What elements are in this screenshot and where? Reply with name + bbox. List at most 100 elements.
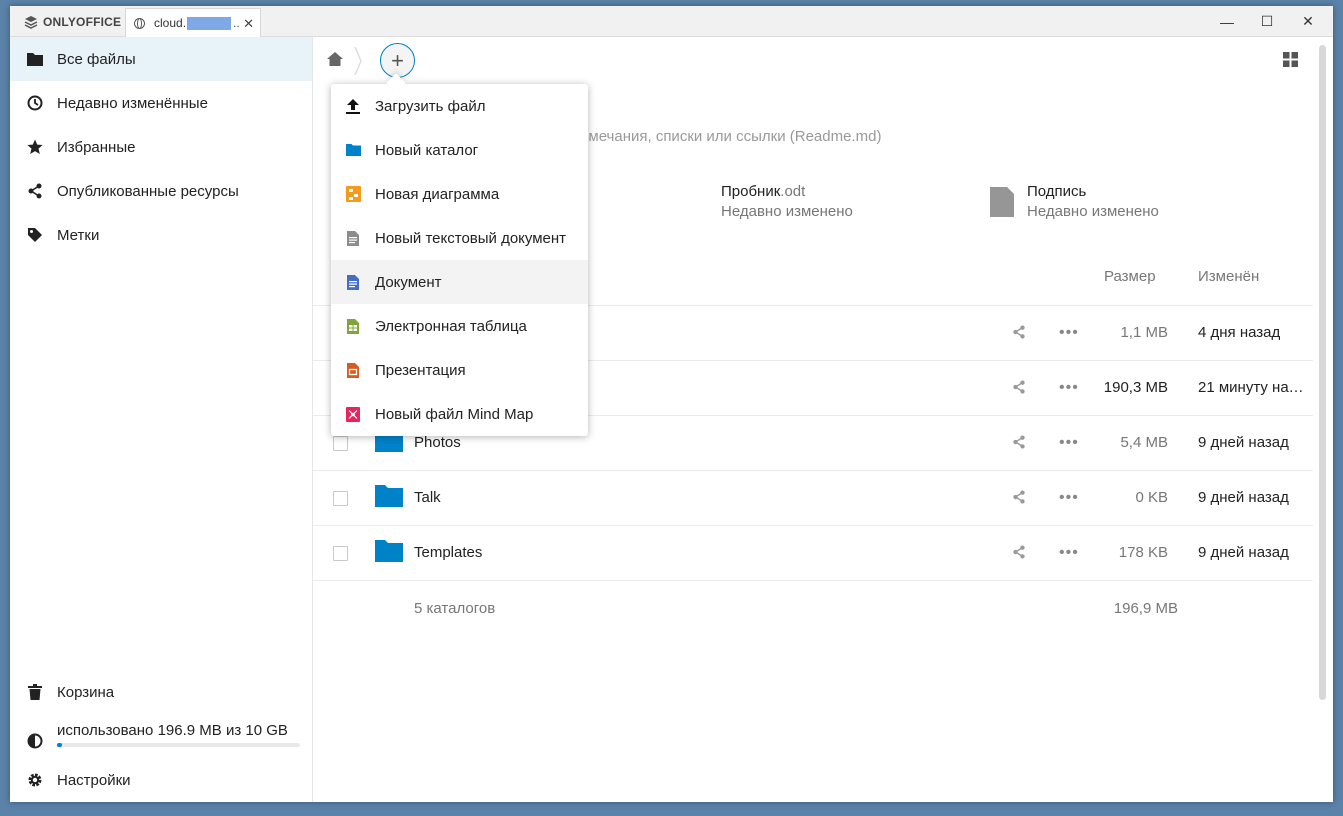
share-icon[interactable] [1012, 380, 1026, 399]
summary-count: 5 каталогов [414, 600, 496, 617]
recent-file-status: Недавно изменено [721, 203, 853, 220]
more-actions-icon[interactable]: ••• [1059, 544, 1079, 562]
menu-item-label: Электронная таблица [375, 317, 527, 335]
quota-text: использовано 196.9 MB из 10 GB [57, 721, 288, 739]
breadcrumb-separator-icon [353, 46, 363, 80]
recent-file-status: Недавно изменено [1027, 203, 1159, 220]
share-icon[interactable] [1012, 490, 1026, 509]
file-size: 178 KB [1118, 544, 1168, 561]
more-actions-icon[interactable]: ••• [1059, 379, 1079, 397]
menu-item-label: Новая диаграмма [375, 185, 500, 203]
sidebar-item-trash[interactable]: Корзина [10, 670, 312, 714]
file-name[interactable]: Talk [414, 489, 441, 506]
menu-item-new-folder[interactable]: Новый каталог [331, 128, 588, 172]
onlyoffice-logo-icon [24, 15, 38, 29]
sidebar-item-settings[interactable]: Настройки [10, 758, 312, 802]
recent-file-name: Подпись [1027, 183, 1087, 200]
scrollbar[interactable] [1319, 45, 1326, 700]
sidebar-item-all-files[interactable]: Все файлы [10, 37, 312, 81]
menu-item-mindmap[interactable]: Новый файл Mind Map [331, 392, 588, 436]
sidebar-item-label: Все файлы [57, 50, 136, 68]
folder-icon [375, 485, 403, 512]
file-modified: 9 дней назад [1198, 544, 1289, 561]
table-row[interactable]: Templates ••• 178 KB 9 дней назад [313, 526, 1313, 581]
folder-icon [27, 51, 43, 67]
recent-file-extension: .odt [780, 183, 806, 200]
new-file-button[interactable]: + [380, 43, 415, 78]
sidebar-item-recent[interactable]: Недавно изменённые [10, 81, 312, 125]
row-checkbox[interactable] [333, 491, 348, 506]
menu-item-presentation[interactable]: Презентация [331, 348, 588, 392]
share-icon [27, 183, 43, 199]
pie-chart-icon [27, 733, 43, 749]
file-name[interactable]: Templates [414, 544, 482, 561]
sidebar-item-tags[interactable]: Метки [10, 213, 312, 257]
app-window: ONLYOFFICE cloud. .. ✕ — ☐ ✕ Все файлы Н… [10, 6, 1333, 802]
sidebar: Все файлы Недавно изменённые Избранные О… [10, 37, 313, 802]
file-size: 1,1 MB [1120, 324, 1168, 341]
sidebar-item-label: Избранные [57, 138, 136, 156]
table-row[interactable]: Talk ••• 0 KB 9 дней назад [313, 471, 1313, 526]
close-window-button[interactable]: ✕ [1288, 6, 1328, 37]
gear-icon [27, 772, 43, 788]
more-actions-icon[interactable]: ••• [1059, 434, 1079, 452]
quota-progress-fill [57, 743, 62, 747]
file-modified: 9 дней назад [1198, 434, 1289, 451]
recent-file-basename: Пробник [721, 183, 781, 200]
more-actions-icon[interactable]: ••• [1059, 324, 1079, 342]
file-modified: 21 минуту наз… [1198, 379, 1310, 396]
share-icon[interactable] [1012, 325, 1026, 344]
file-name[interactable]: Photos [414, 434, 461, 451]
grid-view-toggle-icon[interactable] [1283, 52, 1298, 72]
recent-file-card[interactable]: Пробник.odt Недавно изменено [721, 183, 853, 220]
brand-logo: ONLYOFFICE [24, 6, 121, 37]
brand-name: ONLYOFFICE [43, 14, 122, 29]
share-icon[interactable] [1012, 545, 1026, 564]
sidebar-item-shares[interactable]: Опубликованные ресурсы [10, 169, 312, 213]
file-size: 0 KB [1135, 489, 1168, 506]
upload-icon [345, 98, 361, 114]
folder-icon [375, 540, 403, 567]
home-icon[interactable] [327, 52, 343, 71]
folder-icon [345, 142, 361, 158]
menu-item-spreadsheet[interactable]: Электронная таблица [331, 304, 588, 348]
maximize-button[interactable]: ☐ [1247, 6, 1287, 37]
presentation-icon [345, 362, 361, 378]
sidebar-item-label: Настройки [57, 771, 131, 789]
menu-item-new-diagram[interactable]: Новая диаграмма [331, 172, 588, 216]
row-checkbox[interactable] [333, 546, 348, 561]
recent-file-name: Пробник.odt [721, 183, 853, 200]
file-modified: 4 дня назад [1198, 324, 1281, 341]
column-header-modified[interactable]: Изменён [1198, 268, 1259, 285]
sidebar-item-label: Недавно изменённые [57, 94, 208, 112]
quota-progress-bar [57, 743, 300, 747]
trash-icon [27, 684, 43, 700]
menu-item-upload[interactable]: Загрузить файл [331, 84, 588, 128]
close-tab-icon[interactable]: ✕ [243, 16, 254, 32]
tab-label: cloud. [154, 16, 187, 30]
spreadsheet-icon [345, 318, 361, 334]
summary-size: 196,9 MB [1113, 600, 1178, 617]
file-size: 5,4 MB [1120, 434, 1168, 451]
column-header-size[interactable]: Размер [1104, 268, 1156, 285]
readme-hint[interactable]: имечания, списки или ссылки (Readme.md) [580, 128, 881, 145]
sidebar-item-label: Опубликованные ресурсы [57, 182, 239, 200]
file-size: 190,3 MB [1103, 379, 1168, 396]
document-icon [345, 274, 361, 290]
more-actions-icon[interactable]: ••• [1059, 489, 1079, 507]
redacted-domain [187, 16, 232, 30]
tag-icon [27, 227, 43, 243]
menu-item-document[interactable]: Документ [331, 260, 588, 304]
sidebar-item-favorites[interactable]: Избранные [10, 125, 312, 169]
browser-tab[interactable]: cloud. .. ✕ [125, 8, 261, 37]
share-icon[interactable] [1012, 435, 1026, 454]
menu-item-new-text[interactable]: Новый текстовый документ [331, 216, 588, 260]
minimize-button[interactable]: — [1207, 6, 1247, 37]
row-checkbox[interactable] [333, 436, 348, 451]
title-bar: ONLYOFFICE cloud. .. ✕ — ☐ ✕ [10, 6, 1333, 37]
recent-file-card[interactable]: Подпись Недавно изменено [1027, 183, 1159, 220]
clock-icon [27, 95, 43, 111]
diagram-icon [345, 186, 361, 202]
menu-item-label: Презентация [375, 361, 466, 379]
menu-item-label: Новый текстовый документ [375, 229, 567, 247]
